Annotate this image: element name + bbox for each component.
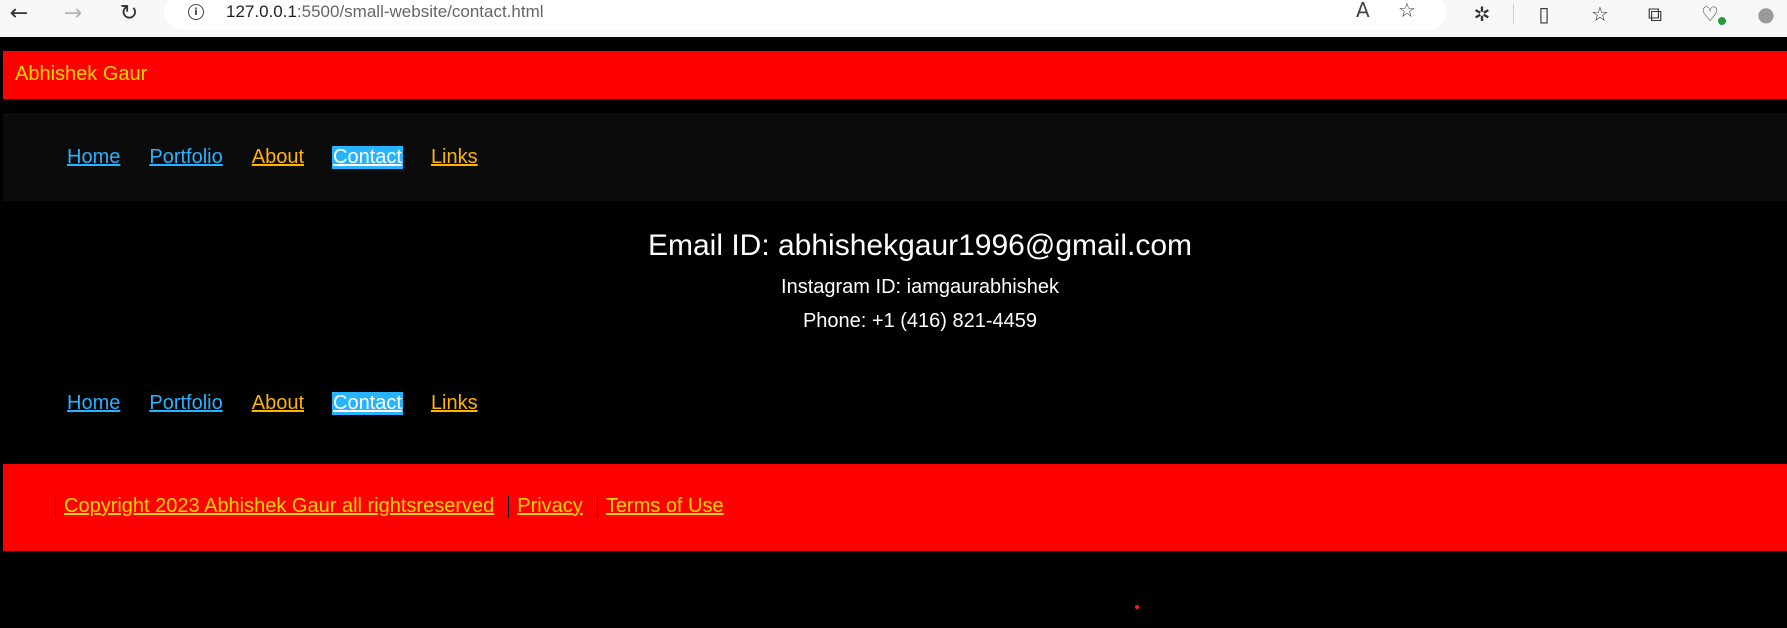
footer-terms-link[interactable]: Terms of Use — [596, 495, 724, 518]
top-navigation: Home Portfolio About Contact Links — [3, 113, 1787, 201]
top-nav-list: Home Portfolio About Contact Links — [66, 146, 506, 169]
back-icon[interactable]: ← — [2, 1, 36, 27]
red-dot-marker — [1135, 605, 1139, 609]
contact-section: Email ID: abhishekgaur1996@gmail.com Ins… — [0, 222, 1787, 338]
browser-toolbar: ← → ↻ i 127.0.0.1:5500/small-website/con… — [0, 0, 1787, 37]
nav-link-contact[interactable]: Contact — [332, 146, 403, 169]
phone-line: Phone: +1 (416) 821-4459 — [802, 310, 1038, 332]
read-aloud-icon[interactable]: A — [1356, 0, 1370, 22]
toolbar-divider — [1513, 4, 1514, 24]
footer-links: Copyright 2023 Abhishek Gaur all rightsr… — [55, 495, 738, 518]
browser-health-icon[interactable]: ♡ — [1694, 1, 1727, 27]
nav-link-portfolio[interactable]: Portfolio — [148, 146, 223, 169]
collections-icon[interactable]: ⧉ — [1639, 1, 1671, 27]
favorite-star-icon[interactable]: ☆ — [1398, 0, 1416, 22]
health-status-dot — [1717, 16, 1727, 26]
extensions-icon[interactable]: ✲ — [1466, 1, 1498, 27]
url-text[interactable]: 127.0.0.1:5500/small-website/contact.htm… — [226, 2, 544, 22]
site-header: Abhishek Gaur — [3, 51, 1787, 99]
nav-link-about[interactable]: About — [251, 146, 305, 169]
favorites-icon[interactable]: ☆ — [1584, 1, 1616, 27]
bottom-nav-link-portfolio[interactable]: Portfolio — [148, 392, 223, 415]
bottom-nav-link-links[interactable]: Links — [430, 392, 479, 415]
reload-icon[interactable]: ↻ — [112, 1, 146, 27]
site-footer: Copyright 2023 Abhishek Gaur all rightsr… — [3, 464, 1787, 551]
bottom-nav-link-contact[interactable]: Contact — [332, 392, 403, 415]
site-info-icon[interactable]: i — [188, 4, 204, 20]
nav-link-home[interactable]: Home — [66, 146, 121, 169]
bottom-navigation: Home Portfolio About Contact Links — [66, 392, 506, 415]
forward-icon[interactable]: → — [56, 1, 90, 27]
url-path: :5500/small-website/contact.html — [296, 2, 544, 21]
address-bar[interactable]: i 127.0.0.1:5500/small-website/contact.h… — [164, 0, 1446, 30]
bottom-nav-list: Home Portfolio About Contact Links — [66, 392, 506, 415]
nav-link-links[interactable]: Links — [430, 146, 479, 169]
email-heading: Email ID: abhishekgaur1996@gmail.com — [647, 229, 1193, 262]
site-title: Abhishek Gaur — [15, 63, 148, 85]
bottom-nav-link-about[interactable]: About — [251, 392, 305, 415]
footer-privacy-link[interactable]: Privacy — [508, 495, 583, 518]
split-screen-icon[interactable]: ▯ — [1528, 1, 1560, 27]
profile-avatar-icon[interactable]: ● — [1750, 1, 1782, 27]
bottom-nav-link-home[interactable]: Home — [66, 392, 121, 415]
footer-copyright-link[interactable]: Copyright 2023 Abhishek Gaur all rightsr… — [55, 495, 494, 518]
instagram-line: Instagram ID: iamgaurabhishek — [781, 276, 1059, 298]
url-host: 127.0.0.1 — [226, 2, 297, 21]
